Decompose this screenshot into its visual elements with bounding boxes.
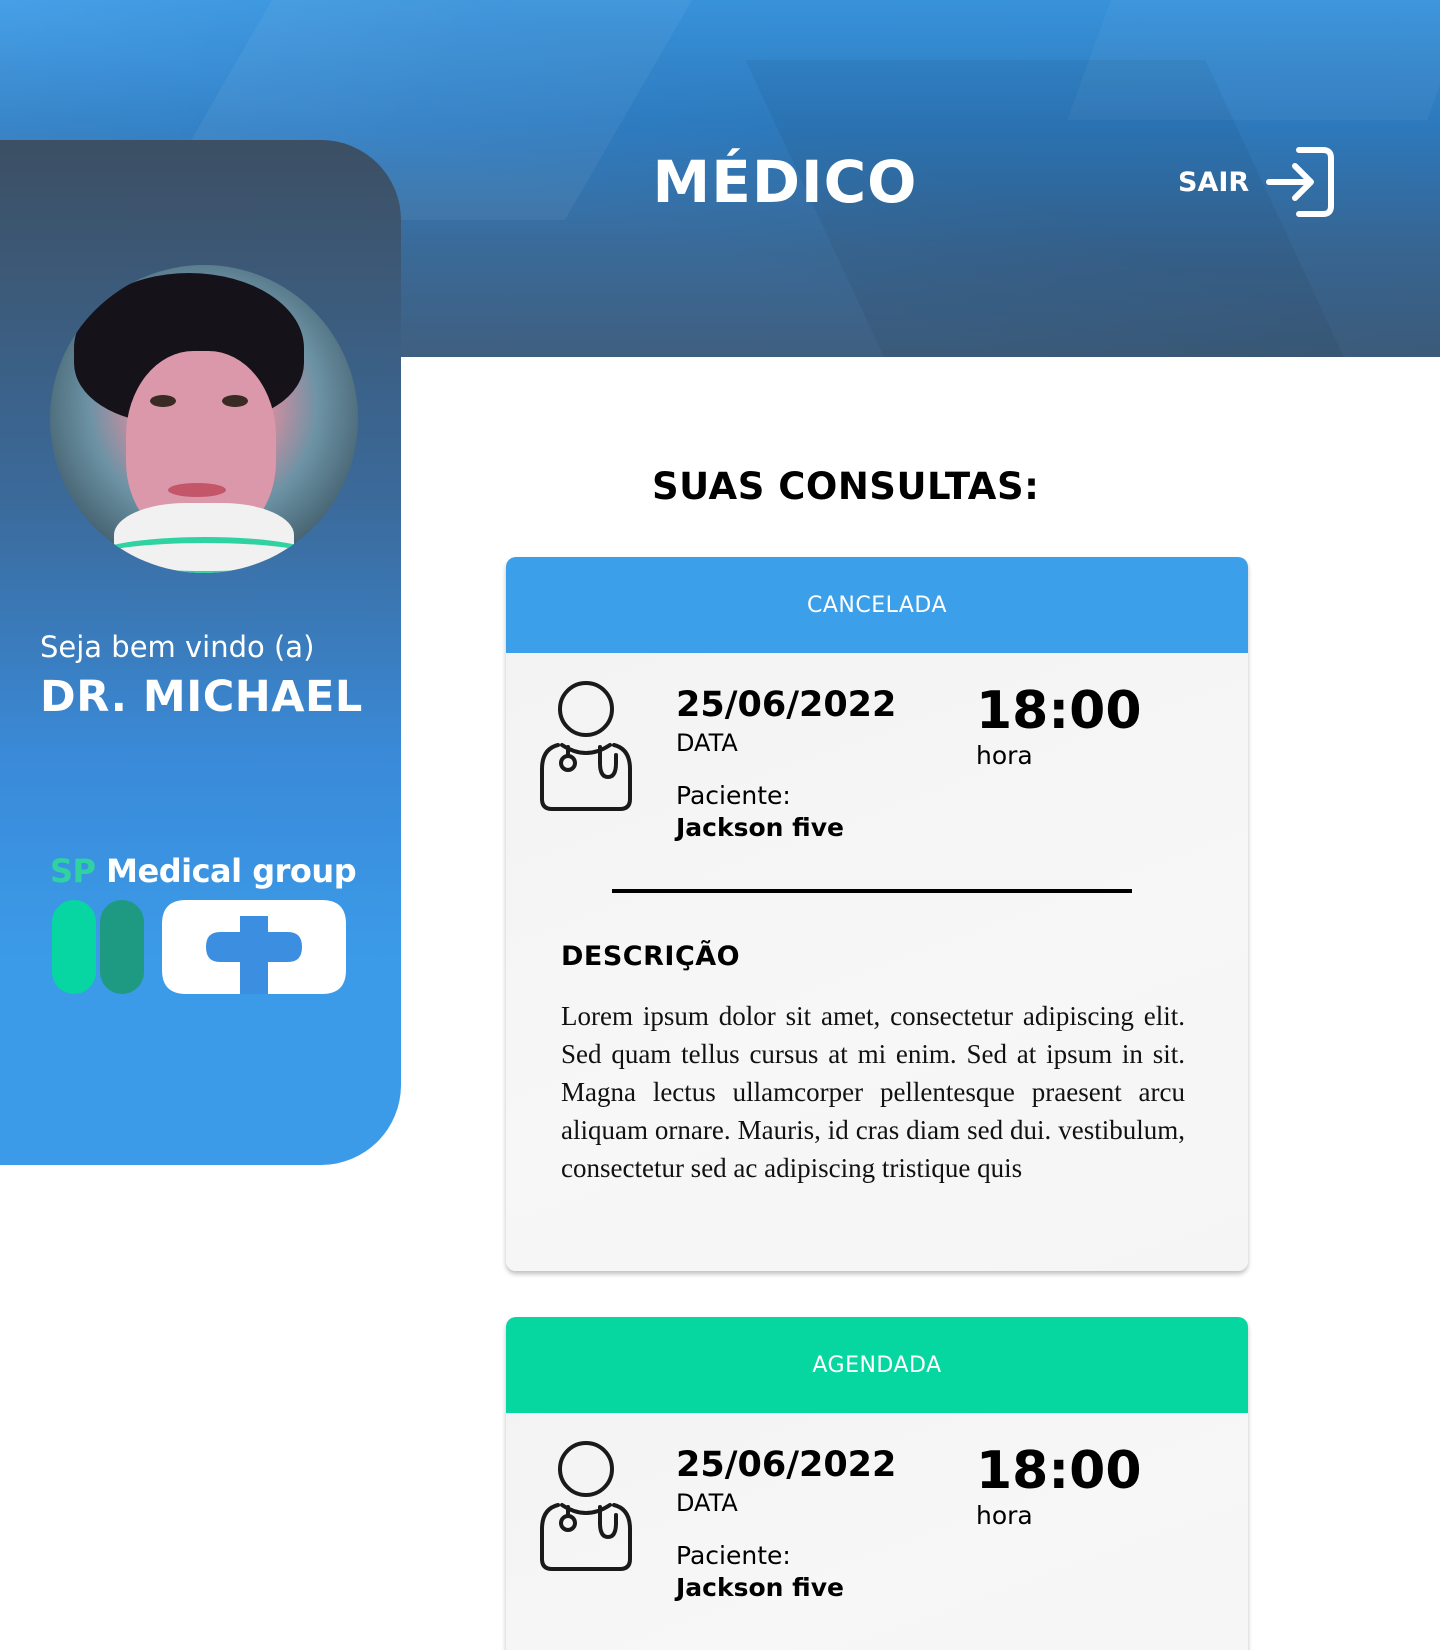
appointment-card[interactable]: AGENDADA 25/06/2022 DATA 18:00 hora Paci… — [506, 1317, 1248, 1650]
doctor-icon — [540, 681, 632, 811]
patient-name: Jackson five — [676, 1573, 844, 1602]
logout-icon — [1266, 147, 1335, 217]
doctor-name: DR. MICHAEL — [40, 672, 363, 722]
appointment-time: 18:00 — [976, 1441, 1142, 1501]
patient-label: Paciente: — [676, 781, 791, 810]
header-facet — [1067, 0, 1440, 120]
appointment-time: 18:00 — [976, 681, 1142, 741]
card-divider — [612, 889, 1132, 893]
welcome-text: Seja bem vindo (a) — [40, 630, 315, 664]
section-title: SUAS CONSULTAS: — [652, 465, 1040, 508]
doctor-icon — [540, 1441, 632, 1571]
description-title: DESCRIÇÃO — [561, 941, 741, 972]
doctor-avatar — [50, 265, 358, 573]
appointment-card[interactable]: CANCELADA 25/06/2022 DATA 18:00 hora Pac… — [506, 557, 1248, 1271]
date-label: DATA — [676, 729, 738, 757]
appointment-date: 25/06/2022 — [676, 685, 897, 725]
brand-title: Medical group — [95, 852, 357, 890]
sp-medical-group-logo — [52, 900, 348, 1000]
description-text: Lorem ipsum dolor sit amet, consectetur … — [561, 1001, 1185, 1183]
logout-button[interactable]: SAIR — [1178, 144, 1337, 220]
appointment-date: 25/06/2022 — [676, 1445, 897, 1485]
date-label: DATA — [676, 1489, 738, 1517]
status-bar-cancelled: CANCELADA — [506, 557, 1248, 653]
patient-name: Jackson five — [676, 813, 844, 842]
brand-name: SP Medical group — [50, 852, 357, 890]
brand-prefix: SP — [50, 852, 96, 890]
status-bar-scheduled: AGENDADA — [506, 1317, 1248, 1413]
time-label: hora — [976, 1501, 1033, 1530]
time-label: hora — [976, 741, 1033, 770]
logout-label: SAIR — [1178, 166, 1250, 198]
patient-label: Paciente: — [676, 1541, 791, 1570]
